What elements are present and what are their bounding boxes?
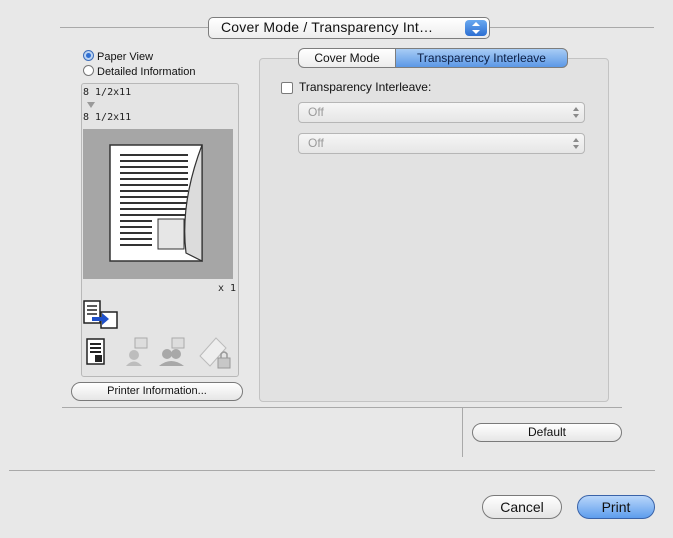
top-separator-left: [60, 27, 208, 28]
detailed-information-label: Detailed Information: [97, 66, 196, 78]
down-arrow-icon: [87, 102, 95, 108]
middle-separator: [62, 407, 622, 408]
transparency-interleave-checkbox[interactable]: [281, 82, 293, 94]
detailed-information-radio[interactable]: Detailed Information: [83, 65, 195, 78]
transparency-select-2[interactable]: Off: [298, 133, 585, 154]
cancel-button[interactable]: Cancel: [482, 495, 562, 519]
bottom-separator: [9, 470, 655, 471]
document-icon: [86, 338, 105, 365]
radio-selected-icon: [83, 50, 94, 61]
print-button[interactable]: Print: [577, 495, 655, 519]
default-button[interactable]: Default: [472, 423, 622, 442]
interleave-function-icon: [83, 300, 118, 329]
select-2-value: Off: [308, 136, 324, 150]
transparency-select-1[interactable]: Off: [298, 102, 585, 123]
user-settings-icon: [126, 337, 148, 366]
input-paper-size: 8 1/2x11: [83, 87, 132, 98]
select-arrows-icon: [573, 107, 579, 118]
select-arrows-icon: [573, 138, 579, 149]
default-separator: [462, 407, 463, 457]
account-track-icon: [159, 337, 185, 366]
paper-view-label: Paper View: [97, 51, 154, 63]
tab-transparency-interleave[interactable]: Transparency Interleave: [395, 48, 568, 68]
paper-view-radio[interactable]: Paper View: [83, 50, 153, 63]
tab-cover-mode[interactable]: Cover Mode: [298, 48, 396, 68]
panel-popup-label: Cover Mode / Transparency Int…: [221, 19, 434, 35]
panel-popup-menu[interactable]: Cover Mode / Transparency Int…: [208, 17, 490, 39]
printer-information-button[interactable]: Printer Information...: [71, 382, 243, 401]
transparency-interleave-label: Transparency Interleave:: [299, 80, 432, 94]
radio-unselected-icon: [83, 65, 94, 76]
copies-count: x 1: [218, 283, 237, 294]
document-page-icon: [109, 144, 203, 262]
top-separator-right: [490, 27, 654, 28]
secure-print-icon: [199, 337, 231, 369]
output-paper-size: 8 1/2x11: [83, 112, 132, 123]
select-1-value: Off: [308, 105, 324, 119]
popup-arrows-icon: [465, 20, 487, 36]
